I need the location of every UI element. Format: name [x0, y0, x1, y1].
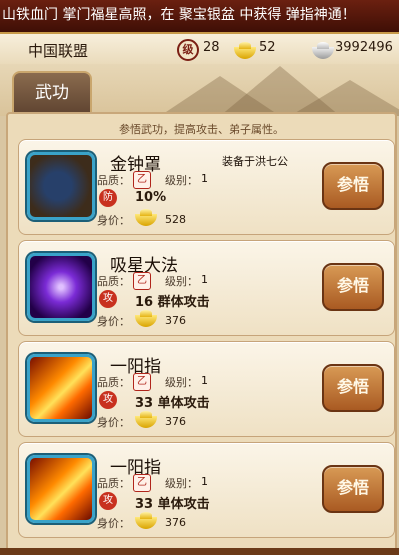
- price-label: 身价：: [97, 517, 130, 530]
- bell-shield-icon: [27, 152, 95, 220]
- bottom-nav-edge: [0, 548, 399, 555]
- level-label: 级别：: [165, 275, 198, 288]
- comprehend-button[interactable]: 参悟: [322, 364, 384, 412]
- defense-icon: 防: [99, 189, 117, 207]
- gold-ingot-icon: [135, 512, 157, 529]
- skill-level: 1: [201, 273, 208, 286]
- skill-effect: 33 单体攻击: [135, 396, 210, 411]
- comprehend-button[interactable]: 参悟: [322, 465, 384, 513]
- purple-star-icon: [27, 253, 95, 321]
- skill-price: 376: [165, 314, 186, 327]
- skill-effect: 33 单体攻击: [135, 497, 210, 512]
- attack-icon: 攻: [99, 290, 117, 308]
- skill-level: 1: [201, 374, 208, 387]
- gold-ingot-icon: [135, 209, 157, 226]
- quality-label: 品质：: [97, 275, 130, 288]
- skills-panel: 参悟武功，提高攻击、弟子属性。 金钟罩 装备于洪七公 品质： 乙 级别： 1 防…: [6, 112, 397, 552]
- skill-effect: 10%: [135, 190, 167, 205]
- level-icon: 级: [177, 39, 199, 61]
- gold-ingot-icon: [234, 42, 256, 59]
- finger-fire-icon: [27, 354, 95, 422]
- quality-seal-icon: 乙: [133, 373, 151, 391]
- panel-hint: 参悟武功，提高攻击、弟子属性。: [119, 123, 284, 136]
- price-label: 身价：: [97, 214, 130, 227]
- top-status-bar: 中国联盟 级 28 52 3992496: [0, 34, 399, 65]
- gold-ingot-icon: [135, 310, 157, 327]
- quality-label: 品质：: [97, 174, 130, 187]
- skill-card: 一阳指 品质： 乙 级别： 1 攻 33 单体攻击 身价： 376 参悟: [18, 442, 395, 538]
- skill-level: 1: [201, 475, 208, 488]
- comprehend-button[interactable]: 参悟: [322, 162, 384, 210]
- skill-price: 376: [165, 415, 186, 428]
- skill-card: 金钟罩 装备于洪七公 品质： 乙 级别： 1 防 10% 身价： 528 参悟: [18, 139, 395, 235]
- skill-card: 一阳指 品质： 乙 级别： 1 攻 33 单体攻击 身价： 376 参悟: [18, 341, 395, 437]
- skill-card: 吸星大法 品质： 乙 级别： 1 攻 16 群体攻击 身价： 376 参悟: [18, 240, 395, 336]
- level-label: 级别：: [165, 477, 198, 490]
- silver-ingot-icon: [312, 42, 334, 59]
- quality-seal-icon: 乙: [133, 474, 151, 492]
- quality-seal-icon: 乙: [133, 171, 151, 189]
- player-level: 28: [203, 40, 220, 55]
- silver-count: 3992496: [335, 40, 393, 55]
- skill-price: 528: [165, 213, 186, 226]
- comprehend-button[interactable]: 参悟: [322, 263, 384, 311]
- gold-count: 52: [259, 40, 276, 55]
- price-label: 身价：: [97, 315, 130, 328]
- attack-icon: 攻: [99, 492, 117, 510]
- skill-price: 376: [165, 516, 186, 529]
- skill-effect: 16 群体攻击: [135, 295, 210, 310]
- level-label: 级别：: [165, 174, 198, 187]
- skill-level: 1: [201, 172, 208, 185]
- quality-seal-icon: 乙: [133, 272, 151, 290]
- level-label: 级别：: [165, 376, 198, 389]
- equipped-to-label: 装备于洪七公: [222, 155, 288, 168]
- gold-ingot-icon: [135, 411, 157, 428]
- alliance-name: 中国联盟: [28, 42, 89, 60]
- scrolling-announcement: 山铁血门 掌门福星高照，在 聚宝银盆 中获得 弹指神通！: [0, 0, 399, 34]
- attack-icon: 攻: [99, 391, 117, 409]
- quality-label: 品质：: [97, 376, 130, 389]
- price-label: 身价：: [97, 416, 130, 429]
- tab-martial-arts[interactable]: 武功: [12, 71, 92, 115]
- quality-label: 品质：: [97, 477, 130, 490]
- finger-fire-icon: [27, 455, 95, 523]
